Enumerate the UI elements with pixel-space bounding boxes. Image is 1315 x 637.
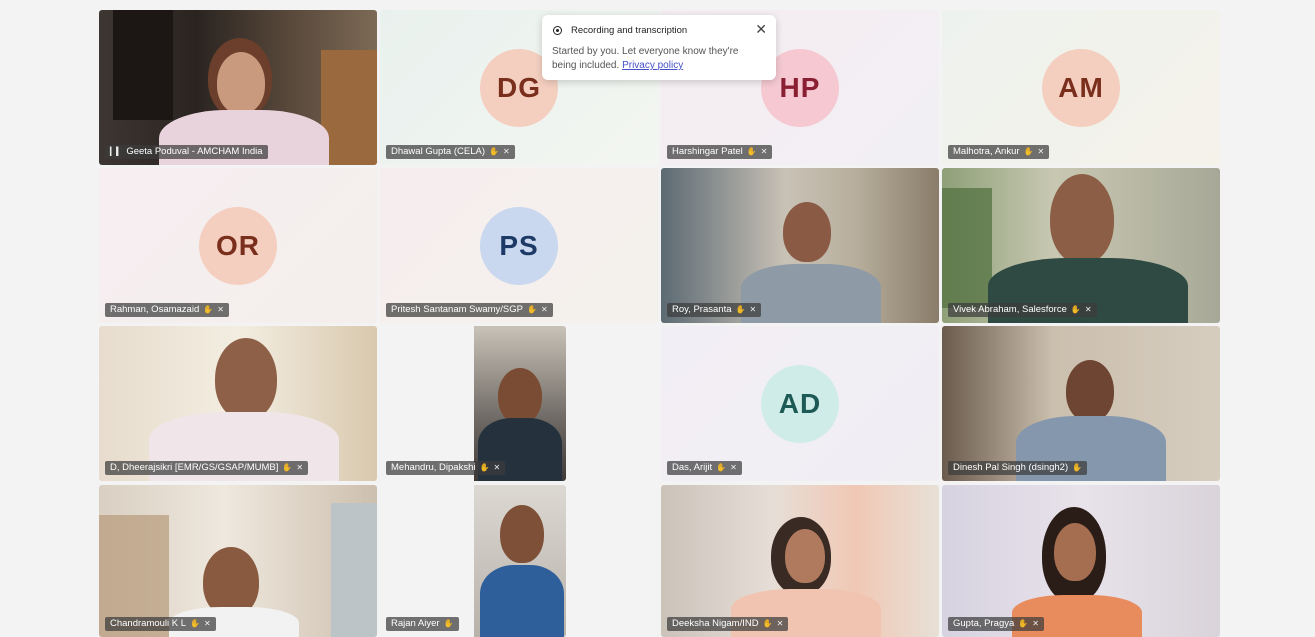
mic-muted-icon: ✕: [1037, 147, 1045, 156]
mic-muted-icon: ✕: [296, 463, 304, 472]
participant-name: Vivek Abraham, Salesforce: [953, 304, 1067, 315]
video-tile-rajan[interactable]: Rajan Aiyer ✋: [380, 485, 566, 637]
participant-name-tag: Roy, Prasanta ✋ ✕: [667, 303, 762, 317]
mic-muted-icon: ✕: [493, 463, 501, 472]
pin-icon: ✋: [190, 619, 201, 628]
pin-icon: ✋: [1018, 619, 1029, 628]
signal-icon: ▎▍: [110, 147, 123, 156]
participant-video: [99, 10, 377, 165]
participant-name-tag: Rajan Aiyer ✋: [386, 617, 459, 631]
mic-muted-icon: ✕: [1032, 619, 1039, 628]
mic-muted-icon: ✕: [502, 147, 510, 156]
video-tile-gupta[interactable]: Gupta, Pragya ✋ ✕: [942, 485, 1220, 637]
participant-name-tag: Vivek Abraham, Salesforce ✋ ✕: [948, 303, 1097, 317]
pin-icon: ✋: [479, 463, 490, 472]
video-tile-roy[interactable]: Roy, Prasanta ✋ ✕: [661, 168, 939, 323]
pin-icon: ✋: [746, 147, 757, 156]
pin-icon: ✋: [762, 619, 773, 628]
participant-name: Rahman, Osamazaid: [110, 304, 200, 315]
privacy-policy-link[interactable]: Privacy policy: [622, 60, 683, 71]
notification-message: Started by you. Let everyone know they'r…: [552, 45, 762, 73]
participant-name-tag: ▎▍ Geeta Poduval - AMCHAM India: [105, 145, 268, 159]
avatar: AM: [1042, 48, 1120, 127]
participant-video: [661, 485, 939, 637]
video-tile-das[interactable]: AD Das, Arijit ✋ ✕: [661, 326, 939, 481]
participant-name-tag: Pritesh Santanam Swamy/SGP ✋ ✕: [386, 303, 553, 317]
close-icon[interactable]: ✕: [755, 21, 767, 38]
mic-muted-icon: ✕: [540, 305, 548, 314]
participant-name: Rajan Aiyer: [391, 618, 440, 629]
participant-name: Gupta, Pragya: [953, 618, 1015, 629]
mic-muted-icon: ✕: [1084, 305, 1092, 314]
participant-name: Deeksha Nigam/IND: [672, 618, 759, 629]
participant-video: [474, 326, 566, 481]
video-tile-vivek[interactable]: Vivek Abraham, Salesforce ✋ ✕: [942, 168, 1220, 323]
participant-video: [99, 485, 377, 637]
participant-video: [661, 168, 939, 323]
record-icon: [553, 26, 562, 35]
video-tile-dheeraj[interactable]: D, Dheerajsikri [EMR/GS/GSAP/MUMB] ✋ ✕: [99, 326, 377, 481]
avatar: OR: [199, 206, 277, 285]
participant-name-tag: Gupta, Pragya ✋ ✕: [948, 617, 1044, 631]
mic-muted-icon: ✕: [217, 305, 224, 314]
video-tile-rahman[interactable]: OR Rahman, Osamazaid ✋ ✕: [99, 168, 377, 323]
participant-name-tag: Dhawal Gupta (CELA) ✋ ✕: [386, 145, 515, 159]
participant-name: D, Dheerajsikri [EMR/GS/GSAP/MUMB]: [110, 462, 279, 473]
video-tile-deeksha[interactable]: Deeksha Nigam/IND ✋ ✕: [661, 485, 939, 637]
pin-icon: ✋: [527, 305, 537, 314]
video-tile-geeta[interactable]: ▎▍ Geeta Poduval - AMCHAM India: [99, 10, 377, 165]
participant-video: [474, 485, 566, 637]
mic-muted-icon: ✕: [204, 619, 211, 628]
participant-name-tag: Dinesh Pal Singh (dsingh2) ✋: [948, 461, 1088, 475]
mic-muted-icon: ✕: [730, 463, 737, 472]
participant-name-tag: Malhotra, Ankur ✋ ✕: [948, 145, 1050, 159]
video-tile-dinesh[interactable]: Dinesh Pal Singh (dsingh2) ✋: [942, 326, 1220, 481]
participant-video: [942, 326, 1220, 481]
video-tile-pritesh[interactable]: PS Pritesh Santanam Swamy/SGP ✋ ✕: [380, 168, 658, 323]
recording-notification: Recording and transcription ✕ Started by…: [542, 15, 776, 80]
pin-icon: ✋: [1070, 305, 1081, 314]
participant-name: Roy, Prasanta: [672, 304, 732, 315]
participant-video: [942, 168, 1220, 323]
video-tile-chandramouli[interactable]: Chandramouli K L ✋ ✕: [99, 485, 377, 637]
participant-name: Dhawal Gupta (CELA): [391, 146, 485, 157]
pin-icon: ✋: [282, 463, 293, 472]
participant-name-tag: Mehandru, Dipakshi ✋ ✕: [386, 461, 506, 475]
participant-video: [942, 485, 1220, 637]
participant-name: Pritesh Santanam Swamy/SGP: [391, 304, 523, 315]
mic-muted-icon: ✕: [760, 147, 768, 156]
participant-name-tag: Harshingar Patel ✋ ✕: [667, 145, 773, 159]
participant-name-tag: Deeksha Nigam/IND ✋ ✕: [667, 617, 789, 631]
pin-icon: ✋: [203, 305, 214, 314]
participant-name: Mehandru, Dipakshi: [391, 462, 476, 473]
participant-name: Malhotra, Ankur: [953, 146, 1020, 157]
video-tile-mehandru[interactable]: Mehandru, Dipakshi ✋ ✕: [380, 326, 566, 481]
participant-video: [99, 326, 377, 481]
participant-name-tag: Chandramouli K L ✋ ✕: [105, 617, 216, 631]
mic-muted-icon: ✕: [749, 305, 757, 314]
participant-name: Harshingar Patel: [672, 146, 743, 157]
participant-name: Dinesh Pal Singh (dsingh2): [953, 462, 1069, 473]
participant-name: Das, Arijit: [672, 462, 713, 473]
participant-name: Geeta Poduval - AMCHAM India: [126, 146, 263, 157]
avatar: AD: [761, 364, 839, 443]
participant-name: Chandramouli K L: [110, 618, 187, 629]
pin-icon: ✋: [735, 305, 746, 314]
pin-icon: ✋: [1023, 147, 1034, 156]
pin-icon: ✋: [716, 463, 727, 472]
participant-name-tag: Rahman, Osamazaid ✋ ✕: [105, 303, 229, 317]
pin-icon: ✋: [488, 147, 499, 156]
participant-name-tag: D, Dheerajsikri [EMR/GS/GSAP/MUMB] ✋ ✕: [105, 461, 309, 475]
avatar: PS: [480, 206, 558, 285]
pin-icon: ✋: [1072, 463, 1083, 472]
pin-icon: ✋: [443, 619, 454, 628]
notification-title: Recording and transcription: [571, 25, 688, 36]
participant-name-tag: Das, Arijit ✋ ✕: [667, 461, 742, 475]
video-tile-malhotra[interactable]: AM Malhotra, Ankur ✋ ✕: [942, 10, 1220, 165]
mic-muted-icon: ✕: [776, 619, 784, 628]
